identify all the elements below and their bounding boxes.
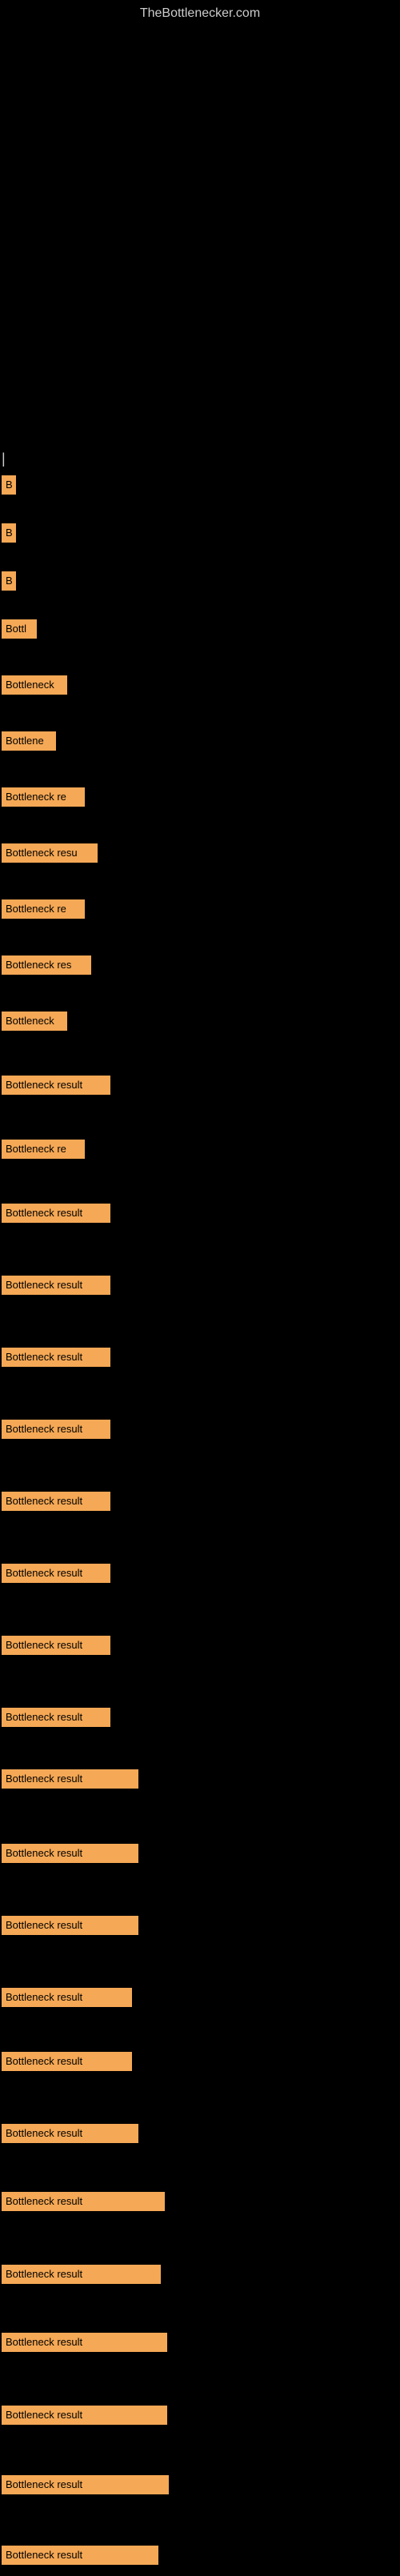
- bottleneck-label: Bottleneck result: [2, 2546, 158, 2565]
- bottleneck-label: Bottleneck result: [2, 1076, 110, 1095]
- bottleneck-label: B: [2, 475, 16, 495]
- bottleneck-label: Bottleneck result: [2, 1708, 110, 1727]
- bottleneck-label: Bottleneck result: [2, 1844, 138, 1863]
- bottleneck-label: Bottleneck re: [2, 1140, 85, 1159]
- bottleneck-label: Bottleneck result: [2, 2265, 161, 2284]
- bottleneck-label: Bottleneck result: [2, 1276, 110, 1295]
- bottleneck-label: Bottleneck result: [2, 1636, 110, 1655]
- bottleneck-label: Bottleneck res: [2, 955, 91, 975]
- bottleneck-label: Bottleneck result: [2, 1916, 138, 1935]
- bottleneck-label: Bottleneck: [2, 675, 67, 695]
- bottleneck-label: Bottleneck re: [2, 787, 85, 807]
- bottleneck-label: Bottleneck result: [2, 1769, 138, 1789]
- bottleneck-label: Bottleneck result: [2, 2124, 138, 2143]
- bottleneck-label: Bottleneck result: [2, 1564, 110, 1583]
- bottleneck-label: Bottleneck result: [2, 2475, 169, 2494]
- bottleneck-label: Bottleneck result: [2, 2406, 167, 2425]
- bottleneck-label: Bottleneck: [2, 1012, 67, 1031]
- site-title: TheBottlenecker.com: [0, 0, 400, 27]
- bottleneck-label: Bottleneck result: [2, 1348, 110, 1367]
- bottleneck-label: Bottleneck resu: [2, 843, 98, 863]
- bottleneck-label: Bottleneck re: [2, 899, 85, 919]
- bottleneck-label: Bottleneck result: [2, 1420, 110, 1439]
- bottleneck-label: Bottleneck result: [2, 1492, 110, 1511]
- bottleneck-label: Bottleneck result: [2, 2192, 165, 2211]
- cursor: |: [2, 451, 6, 466]
- bottleneck-label: B: [2, 523, 16, 543]
- bottleneck-label: Bottleneck result: [2, 1988, 132, 2007]
- bottleneck-label: Bottlene: [2, 731, 56, 751]
- bottleneck-label: Bottleneck result: [2, 2052, 132, 2071]
- bottleneck-label: Bottleneck result: [2, 1204, 110, 1223]
- bottleneck-label: B: [2, 571, 16, 591]
- bottleneck-label: Bottl: [2, 619, 37, 639]
- bottleneck-label: Bottleneck result: [2, 2333, 167, 2352]
